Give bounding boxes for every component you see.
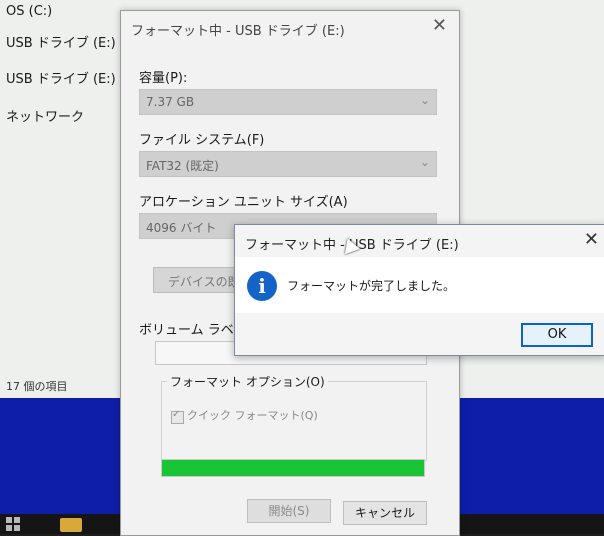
close-icon[interactable]: ✕ (584, 229, 599, 250)
format-dialog-title: フォーマット中 - USB ドライブ (E:) (131, 24, 345, 39)
restore-defaults-button[interactable]: デバイスの既 (153, 267, 243, 293)
filesystem-select[interactable]: FAT32 (既定) ⌄ (139, 151, 437, 177)
format-options-label: フォーマット オプション(O) (167, 373, 328, 390)
cancel-button[interactable]: キャンセル (343, 501, 427, 525)
folder-taskbar-icon[interactable] (60, 518, 82, 532)
filesystem-value: FAT32 (既定) (146, 159, 219, 173)
nav-item-network[interactable]: ネットワーク (6, 106, 84, 125)
format-complete-dialog: フォーマット中 - USB ドライブ (E:) ✕ i フォーマットが完了しまし… (234, 224, 604, 356)
nav-item-os-drive[interactable]: OS (C:) (6, 4, 52, 19)
close-icon[interactable]: ✕ (432, 15, 447, 36)
capacity-label: 容量(P): (139, 71, 188, 86)
chevron-down-icon: ⌄ (419, 93, 430, 107)
filesystem-label: ファイル システム(F) (139, 133, 265, 148)
complete-message: フォーマットが完了しました。 (287, 279, 456, 293)
windows-start-icon[interactable] (6, 517, 20, 531)
ok-button[interactable]: OK (521, 323, 593, 347)
allocation-label: アロケーション ユニット サイズ(A) (139, 195, 348, 210)
allocation-value: 4096 バイト (146, 221, 217, 235)
quick-format-label: クイック フォーマット(Q) (187, 409, 318, 422)
nav-item-usb-drive-2[interactable]: USB ドライブ (E:) (6, 68, 116, 87)
start-button[interactable]: 開始(S) (247, 499, 331, 523)
item-count-status: 17 個の項目 (6, 380, 68, 393)
capacity-value: 7.37 GB (146, 95, 195, 109)
complete-dialog-body: i フォーマットが完了しました。 (235, 257, 604, 313)
capacity-select[interactable]: 7.37 GB ⌄ (139, 89, 437, 115)
restore-defaults-label: デバイスの既 (168, 275, 240, 289)
format-progress-bar (161, 459, 425, 477)
chevron-down-icon: ⌄ (419, 155, 430, 169)
nav-item-usb-drive[interactable]: USB ドライブ (E:) (6, 32, 116, 51)
progress-fill (162, 460, 424, 476)
quick-format-checkbox[interactable] (171, 409, 184, 424)
info-icon: i (247, 271, 277, 301)
